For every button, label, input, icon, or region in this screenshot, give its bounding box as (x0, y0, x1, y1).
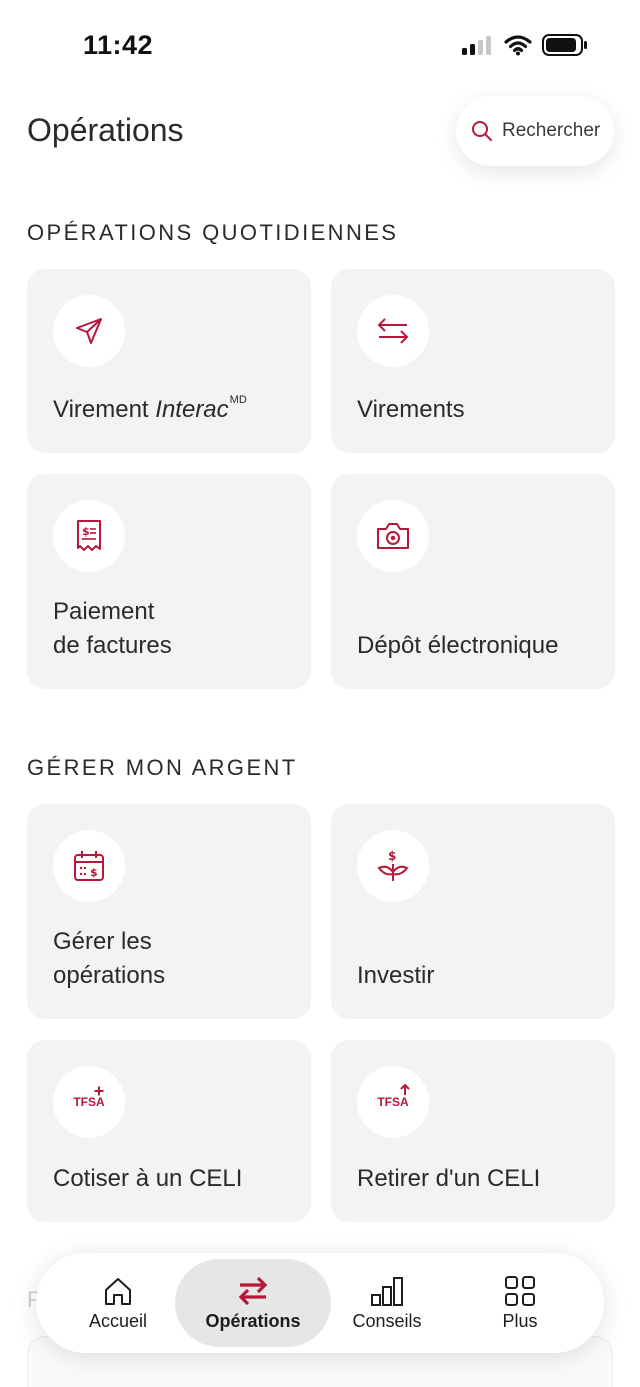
nav-item-more[interactable]: Plus (462, 1259, 578, 1347)
card-label: Gérer les opérations (53, 928, 166, 989)
card-icon-circle (53, 295, 125, 367)
tfsa-plus-icon: TFSA (53, 1066, 125, 1138)
card-icon-circle: $ (357, 830, 429, 902)
card-icon-circle: $ (53, 830, 125, 902)
card-label: Virements (357, 396, 465, 423)
grid-icon (505, 1275, 535, 1306)
card-icon-circle (357, 295, 429, 367)
card-manage-operations[interactable]: $ Gérer les opérations (27, 804, 311, 1019)
status-icons (462, 34, 588, 56)
bottom-nav: Accueil Opérations Conseils Plus (36, 1253, 604, 1353)
page-title: Opérations (27, 112, 184, 148)
card-icon-circle: $ (53, 500, 125, 572)
bar-chart-icon (371, 1276, 403, 1306)
svg-text:$: $ (82, 525, 90, 538)
plus-icon (94, 1086, 104, 1096)
nav-label: Accueil (88, 1310, 148, 1331)
card-label: Retirer d'un CELI (357, 1165, 541, 1192)
card-label: Dépôt électronique (357, 632, 559, 659)
card-icon-circle (357, 500, 429, 572)
card-tfsa-contribute[interactable]: TFSA Cotiser à un CELI (27, 1040, 311, 1222)
search-label: Rechercher (502, 120, 601, 141)
card-label: Paiement de factures (53, 598, 172, 659)
arrow-up-icon (400, 1084, 410, 1095)
tfsa-badge: TFSA (377, 1095, 409, 1109)
dollar-plant-icon: $ (377, 849, 409, 881)
svg-text:$: $ (90, 866, 98, 879)
nav-item-operations[interactable]: Opérations (175, 1259, 331, 1347)
card-invest[interactable]: $ Investir (331, 804, 615, 1019)
battery-icon (542, 34, 587, 56)
status-time: 11:42 (83, 30, 154, 60)
card-transfers[interactable]: Virements (331, 269, 615, 453)
nav-label: Plus (502, 1310, 538, 1331)
paper-plane-icon (76, 318, 102, 344)
home-icon (105, 1277, 131, 1305)
nav-label: Opérations (205, 1310, 301, 1331)
section-heading-daily: OPÉRATIONS QUOTIDIENNES (27, 220, 399, 245)
search-icon (472, 121, 492, 141)
tfsa-badge: TFSA (73, 1095, 105, 1109)
tfsa-arrow-up-icon: TFSA (357, 1066, 429, 1138)
svg-text:$: $ (388, 849, 396, 863)
card-electronic-deposit[interactable]: Dépôt électronique (331, 474, 615, 689)
nav-item-advice[interactable]: Conseils (329, 1259, 445, 1347)
bill-receipt-icon: $ (77, 520, 101, 551)
swap-arrows-icon (377, 318, 409, 344)
card-interac-transfer[interactable]: Virement InteracMD (27, 269, 311, 453)
nav-item-home[interactable]: Accueil (60, 1259, 176, 1347)
calendar-dollar-icon: $ (74, 851, 104, 881)
cellular-signal-icon (462, 36, 491, 55)
wifi-icon (504, 35, 532, 56)
card-bill-payment[interactable]: $ Paiement de factures (27, 474, 311, 689)
status-bar: 11:42 (0, 0, 640, 90)
camera-icon (377, 523, 409, 549)
nav-label: Conseils (352, 1310, 422, 1331)
card-label: Virement InteracMD (53, 394, 247, 423)
card-label: Cotiser à un CELI (53, 1165, 243, 1192)
transfer-arrows-icon (238, 1276, 268, 1305)
section-heading-manage: GÉRER MON ARGENT (27, 755, 298, 780)
card-tfsa-withdraw[interactable]: TFSA Retirer d'un CELI (331, 1040, 615, 1222)
search-button[interactable]: Rechercher (456, 96, 614, 166)
card-label: Investir (357, 962, 435, 989)
